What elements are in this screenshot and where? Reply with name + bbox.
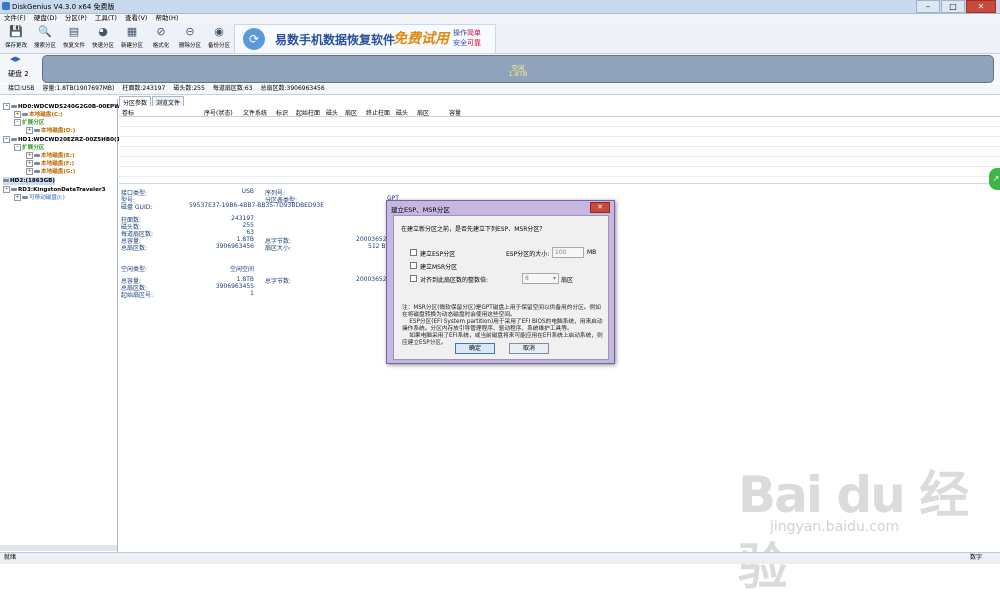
format-icon: ⊘ xyxy=(156,25,166,38)
tree-item-e[interactable]: + 本地磁盘(E:) xyxy=(26,152,75,160)
usb-drive-icon xyxy=(22,196,28,199)
tab-browse-files[interactable]: 浏览文件 xyxy=(152,96,185,107)
delete-partition-button[interactable]: ⊝ 删除分区 xyxy=(178,24,202,52)
tree-item-c[interactable]: + 本地磁盘(C:) xyxy=(14,111,63,119)
tree-item-ext0[interactable]: - 扩展分区 xyxy=(14,119,44,127)
status-bar: 就绪 数字 xyxy=(0,552,1000,564)
align-label: 对齐到此扇区数的整数倍: xyxy=(420,277,489,284)
ad-slogan: 免费试用 xyxy=(393,31,449,47)
disk-label: 硬盘 2 xyxy=(8,70,29,78)
quick-partition-icon: ◕ xyxy=(98,25,108,38)
recover-files-button[interactable]: ▤ 恢复文件 xyxy=(62,24,86,52)
format-button[interactable]: ⊘ 格式化 xyxy=(149,24,173,52)
dialog-note: 注：MSR分区(微软保留分区)是GPT磁盘上用于保留空间以供备用的分区。例如在将… xyxy=(402,305,603,346)
esp-label: 建立ESP分区 xyxy=(420,251,456,258)
menu-view[interactable]: 查看(V) xyxy=(121,14,152,23)
title-bar: DiskGenius V4.3.0 x64 免费版 – □ ✕ xyxy=(0,0,1000,14)
usb-disk-icon xyxy=(11,188,17,191)
menu-file[interactable]: 文件(F) xyxy=(0,14,30,23)
disk-bar-size: 1.8TB xyxy=(508,70,528,78)
save-icon: 💾 xyxy=(9,25,23,38)
tree-item-g[interactable]: + 本地磁盘(G:) xyxy=(26,168,75,176)
menu-help[interactable]: 帮助(H) xyxy=(151,14,182,23)
tree-item-d[interactable]: + 本地磁盘(D:) xyxy=(26,127,75,135)
tree-item-f[interactable]: + 本地磁盘(F:) xyxy=(26,160,74,168)
disk-map-area: ◀▶ 硬盘 2 空闲 1.8TB xyxy=(0,54,1000,83)
drive-icon xyxy=(34,129,40,132)
new-partition-button[interactable]: ▦ 新建分区 xyxy=(120,24,144,52)
disk-tree: - HD0:WDCWDS240G2G0B-00EPW0 + 本地磁盘(C:) - 扩展… xyxy=(0,99,124,552)
save-button[interactable]: 💾 保存更改 xyxy=(4,24,28,52)
minimize-button[interactable]: – xyxy=(916,0,940,13)
menu-bar: 文件(F) 硬盘(D) 分区(P) 工具(T) 查看(V) 帮助(H) xyxy=(0,14,1000,23)
ad-title: 易数手机数据恢复软件 xyxy=(275,33,396,47)
search-partition-button[interactable]: 🔍 搜索分区 xyxy=(33,24,57,52)
backup-icon: ◉ xyxy=(214,25,224,38)
ad-banner[interactable]: ⟳ 易数手机数据恢复软件 免费试用 操作简单 安全可靠 xyxy=(234,24,496,54)
menu-disk[interactable]: 硬盘(D) xyxy=(30,14,61,23)
disk-icon xyxy=(11,138,17,141)
partition-table-header: 卷标 序号(状态) 文件系统 标识 起始柱面 磁头 扇区 终止柱面 磁头 扇区 … xyxy=(119,106,1000,117)
disk-nav-arrows[interactable]: ◀▶ xyxy=(10,55,21,63)
partition-table-body[interactable] xyxy=(119,117,1000,181)
esp-size-unit: MB xyxy=(587,249,597,256)
dialog-body: 在建立新分区之前，是否先建立下列ESP、MSR分区？ 建立ESP分区 ESP分区… xyxy=(393,215,609,360)
dialog-title: 建立ESP、MSR分区 xyxy=(391,206,450,214)
dialog-question: 在建立新分区之前，是否先建立下列ESP、MSR分区？ xyxy=(401,226,546,233)
backup-partition-button[interactable]: ◉ 备份分区 xyxy=(207,24,231,52)
toolbar: 💾 保存更改 🔍 搜索分区 ▤ 恢复文件 ◕ 快速分区 ▦ 新建分区 ⊘ 格式化 ⊝ 删除分区… xyxy=(0,23,1000,54)
tree-item-i[interactable]: + 可移动磁盘(I:) xyxy=(14,194,65,202)
cancel-button[interactable]: 取消 xyxy=(509,343,549,354)
disk-icon xyxy=(3,179,9,182)
esp-size-input[interactable]: 100 xyxy=(552,247,584,258)
dialog-close-button[interactable]: ✕ xyxy=(590,202,610,213)
msr-checkbox[interactable] xyxy=(410,262,417,269)
esp-size-label: ESP分区的大小: xyxy=(506,251,550,258)
tab-partition-params[interactable]: 分区参数 xyxy=(119,96,152,107)
recover-icon: ▤ xyxy=(68,25,80,38)
drive-icon xyxy=(34,170,40,173)
watermark-url: jingyan.baidu.com xyxy=(770,519,900,535)
disk-bar[interactable]: 空闲 1.8TB xyxy=(42,55,994,83)
ad-note: 操作简单 安全可靠 xyxy=(453,29,481,47)
status-text: 就绪 xyxy=(4,554,17,561)
tree-scrollbar[interactable] xyxy=(0,545,117,551)
quick-partition-button[interactable]: ◕ 快速分区 xyxy=(91,24,115,52)
tree-item-rd3[interactable]: - RD3:KingstonDataTraveler3 xyxy=(3,186,106,194)
chevron-down-icon: ▾ xyxy=(552,275,556,282)
menu-tools[interactable]: 工具(T) xyxy=(91,14,121,23)
search-icon: 🔍 xyxy=(38,25,52,38)
maximize-button[interactable]: □ xyxy=(941,0,965,13)
drive-icon xyxy=(34,154,40,157)
align-unit: 扇区 xyxy=(561,277,574,284)
msr-label: 建立MSR分区 xyxy=(420,264,458,271)
app-icon xyxy=(2,2,10,10)
ok-button[interactable]: 确定 xyxy=(455,343,495,354)
new-partition-icon: ▦ xyxy=(126,25,138,38)
drive-icon xyxy=(22,113,28,116)
disk-info-line: 接口:USB 容量:1.8TB(1907697MB) 柱面数:243197 磁头数:2… xyxy=(0,84,1000,95)
esp-checkbox[interactable] xyxy=(410,249,417,256)
align-select[interactable]: 8 ▾ xyxy=(522,273,559,284)
tree-item-hd2[interactable]: HD2:(1863GB) xyxy=(3,177,55,185)
disk-icon xyxy=(11,105,17,108)
window-title: DiskGenius V4.3.0 x64 免费版 xyxy=(12,3,115,11)
esp-msr-dialog: 建立ESP、MSR分区 ✕ 在建立新分区之前，是否先建立下列ESP、MSR分区？… xyxy=(386,200,615,364)
tree-item-ext1[interactable]: - 扩展分区 xyxy=(14,144,44,152)
menu-partition[interactable]: 分区(P) xyxy=(61,14,91,23)
tree-item-hd0[interactable]: - HD0:WDCWDS240G2G0B-00EPW0 xyxy=(3,103,124,111)
tree-item-hd1[interactable]: - HD1:WDCWD20EZRZ-00Z5HB0(1 xyxy=(3,136,120,144)
align-checkbox[interactable] xyxy=(410,275,417,282)
drive-icon xyxy=(34,162,40,165)
side-assist-button[interactable]: ↗ xyxy=(989,168,1000,190)
delete-icon: ⊝ xyxy=(185,25,195,38)
ad-logo-icon: ⟳ xyxy=(243,28,265,50)
close-button[interactable]: ✕ xyxy=(966,0,996,13)
status-numlock: 数字 xyxy=(970,554,983,561)
